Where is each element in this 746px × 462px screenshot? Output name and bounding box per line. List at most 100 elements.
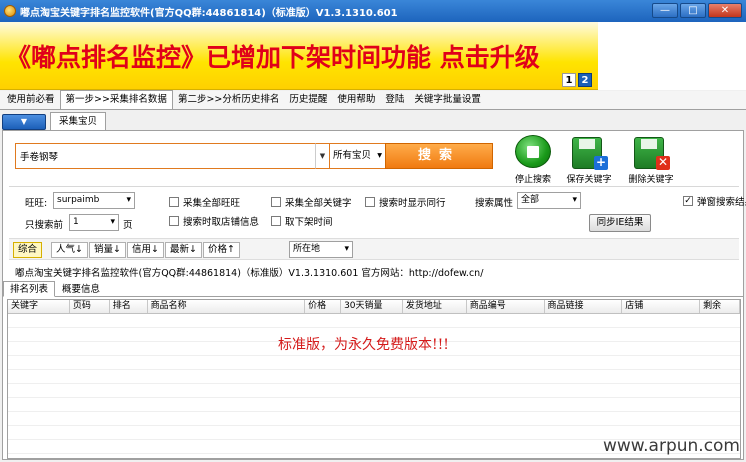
menu-read-first[interactable]: 使用前必看 bbox=[2, 91, 60, 109]
table-row bbox=[8, 398, 740, 412]
sort-toolbar: 综合 人气↓ 销量↓ 信用↓ 最新↓ 价格↑ 所在地 ▾ bbox=[9, 238, 739, 260]
scope-select-value: 所有宝贝 bbox=[333, 150, 372, 161]
result-tabs: 排名列表 概要信息 bbox=[3, 281, 743, 297]
wangwang-select-value: surpaimb bbox=[57, 195, 100, 205]
fetch-delist-time-label: 取下架时间 bbox=[285, 217, 333, 228]
banner-text[interactable]: 《嘟点排名监控》已增加下架时间功能 点击升级 bbox=[6, 38, 540, 74]
collect-all-wangwang-label: 采集全部旺旺 bbox=[183, 198, 241, 209]
page-count-value: 1 bbox=[73, 217, 79, 227]
col-product-name[interactable]: 商品名称 bbox=[148, 300, 306, 313]
save-disk-icon: + bbox=[572, 135, 608, 170]
col-ship-address[interactable]: 发货地址 bbox=[403, 300, 467, 313]
search-attr-select[interactable]: 全部 ▾ bbox=[517, 192, 581, 209]
collect-panel: ▼ 所有宝贝 ▾ 搜索 停止搜索 + 保存关键字 ✕ 删除关键字 旺旺: sur… bbox=[2, 130, 746, 460]
col-rank[interactable]: 排名 bbox=[110, 300, 148, 313]
fetch-store-info-checkbox[interactable]: 搜索时取店铺信息 bbox=[169, 214, 259, 228]
main-menu: 使用前必看 第一步>>采集排名数据 第二步>>分析历史排名 历史提醒 使用帮助 … bbox=[0, 90, 746, 110]
col-product-link[interactable]: 商品链接 bbox=[545, 300, 623, 313]
delete-disk-icon: ✕ bbox=[634, 135, 670, 170]
fetch-delist-time-checkbox[interactable]: 取下架时间 bbox=[271, 214, 333, 228]
banner-page-2[interactable]: 2 bbox=[578, 73, 592, 87]
table-row bbox=[8, 370, 740, 384]
chevron-down-icon: ▾ bbox=[377, 150, 382, 161]
location-select[interactable]: 所在地 ▾ bbox=[289, 241, 353, 258]
chevron-down-icon: ▾ bbox=[344, 244, 349, 254]
col-30day-sales[interactable]: 30天销量 bbox=[341, 300, 403, 313]
tab-rank-list[interactable]: 排名列表 bbox=[3, 281, 56, 297]
sort-sales[interactable]: 销量↓ bbox=[89, 242, 126, 258]
banner-pager: 1 2 bbox=[562, 73, 592, 87]
banner-blank-area bbox=[598, 22, 746, 90]
app-logo-icon bbox=[4, 5, 16, 17]
divider bbox=[9, 186, 739, 187]
sub-tab-row: ▼ 采集宝贝 bbox=[2, 112, 744, 130]
tab-summary[interactable]: 概要信息 bbox=[55, 281, 107, 297]
banner-page-1[interactable]: 1 bbox=[562, 73, 576, 87]
collect-all-keywords-label: 采集全部关键字 bbox=[285, 198, 352, 209]
scope-select[interactable]: 所有宝贝 ▾ bbox=[329, 143, 385, 169]
chevron-down-icon: ▾ bbox=[126, 195, 131, 205]
collect-all-keywords-checkbox[interactable]: 采集全部关键字 bbox=[271, 195, 352, 209]
wangwang-select[interactable]: surpaimb ▾ bbox=[53, 192, 135, 209]
stop-search-button[interactable]: 停止搜索 bbox=[503, 135, 563, 185]
menu-login[interactable]: 登陆 bbox=[380, 91, 409, 109]
show-peers-checkbox[interactable]: 搜索时显示同行 bbox=[365, 195, 446, 209]
col-store[interactable]: 店铺 bbox=[622, 300, 701, 313]
location-select-value: 所在地 bbox=[293, 244, 321, 254]
page-unit-label: 页 bbox=[123, 220, 133, 231]
chevron-down-icon: ▾ bbox=[572, 195, 577, 205]
sort-comprehensive[interactable]: 综合 bbox=[13, 242, 43, 258]
delete-keyword-label: 删除关键字 bbox=[628, 175, 674, 185]
status-text: 嘟点淘宝关键字排名监控软件(官方QQ群:44861814)（标准版）V1.3.1… bbox=[15, 268, 484, 279]
popup-search-checkbox[interactable]: ✓ 弹窗搜索结果 bbox=[683, 194, 746, 208]
maximize-button[interactable]: □ bbox=[680, 3, 706, 18]
col-price[interactable]: 价格 bbox=[305, 300, 342, 313]
col-remaining[interactable]: 剩余 bbox=[700, 300, 740, 313]
wangwang-label: 旺旺: bbox=[25, 198, 48, 209]
table-row bbox=[8, 314, 740, 328]
minimize-button[interactable]: — bbox=[652, 3, 678, 18]
table-row bbox=[8, 356, 740, 370]
table-header: 关键字 页码 排名 商品名称 价格 30天销量 发货地址 商品编号 商品链接 店… bbox=[8, 300, 740, 314]
sync-ie-button[interactable]: 同步IE结果 bbox=[589, 214, 651, 232]
sort-newest[interactable]: 最新↓ bbox=[165, 242, 202, 258]
window-controls: — □ ✕ bbox=[652, 3, 742, 18]
sort-popularity[interactable]: 人气↓ bbox=[51, 242, 88, 258]
sort-price[interactable]: 价格↑ bbox=[203, 242, 240, 258]
close-button[interactable]: ✕ bbox=[708, 3, 742, 18]
fetch-store-info-label: 搜索时取店铺信息 bbox=[183, 217, 260, 228]
menu-step1-collect[interactable]: 第一步>>采集排名数据 bbox=[59, 90, 173, 109]
save-keyword-label: 保存关键字 bbox=[566, 175, 612, 185]
menu-history-reminder[interactable]: 历史提醒 bbox=[284, 91, 332, 109]
stop-search-label: 停止搜索 bbox=[514, 175, 551, 185]
tab-menu-dropdown[interactable]: ▼ bbox=[2, 114, 46, 130]
search-row: ▼ 所有宝贝 ▾ 搜索 bbox=[15, 143, 493, 169]
search-attr-value: 全部 bbox=[521, 195, 540, 205]
chevron-down-icon: ▾ bbox=[110, 217, 115, 227]
search-button[interactable]: 搜索 bbox=[385, 143, 493, 169]
sort-credit[interactable]: 信用↓ bbox=[127, 242, 164, 258]
menu-step2-analyze[interactable]: 第二步>>分析历史排名 bbox=[173, 91, 284, 109]
page-count-select[interactable]: 1 ▾ bbox=[69, 214, 119, 231]
delete-keyword-button[interactable]: ✕ 删除关键字 bbox=[621, 135, 681, 185]
col-keyword[interactable]: 关键字 bbox=[8, 300, 70, 313]
menu-batch-keywords[interactable]: 关键字批量设置 bbox=[409, 91, 486, 109]
site-watermark: www.arpun.com bbox=[602, 436, 740, 456]
col-product-id[interactable]: 商品编号 bbox=[467, 300, 545, 313]
show-peers-label: 搜索时显示同行 bbox=[379, 198, 446, 209]
popup-search-label: 弹窗搜索结果 bbox=[697, 197, 746, 208]
free-version-note: 标准版，为永久免费版本!!! bbox=[278, 337, 449, 353]
keyword-input[interactable] bbox=[15, 143, 315, 169]
search-before-label: 只搜索前 bbox=[25, 220, 64, 231]
tab-collect-items[interactable]: 采集宝贝 bbox=[50, 112, 107, 130]
col-page[interactable]: 页码 bbox=[70, 300, 110, 313]
upgrade-banner[interactable]: 《嘟点排名监控》已增加下架时间功能 点击升级 1 2 bbox=[0, 22, 598, 90]
keyword-history-dropdown[interactable]: ▼ bbox=[315, 143, 329, 169]
search-attr-label: 搜索属性 bbox=[475, 198, 514, 209]
menu-help[interactable]: 使用帮助 bbox=[332, 91, 380, 109]
stop-icon bbox=[515, 135, 551, 168]
save-keyword-button[interactable]: + 保存关键字 bbox=[559, 135, 619, 185]
collect-all-wangwang-checkbox[interactable]: 采集全部旺旺 bbox=[169, 195, 240, 209]
table-row bbox=[8, 412, 740, 426]
rank-table[interactable]: 关键字 页码 排名 商品名称 价格 30天销量 发货地址 商品编号 商品链接 店… bbox=[7, 299, 741, 459]
